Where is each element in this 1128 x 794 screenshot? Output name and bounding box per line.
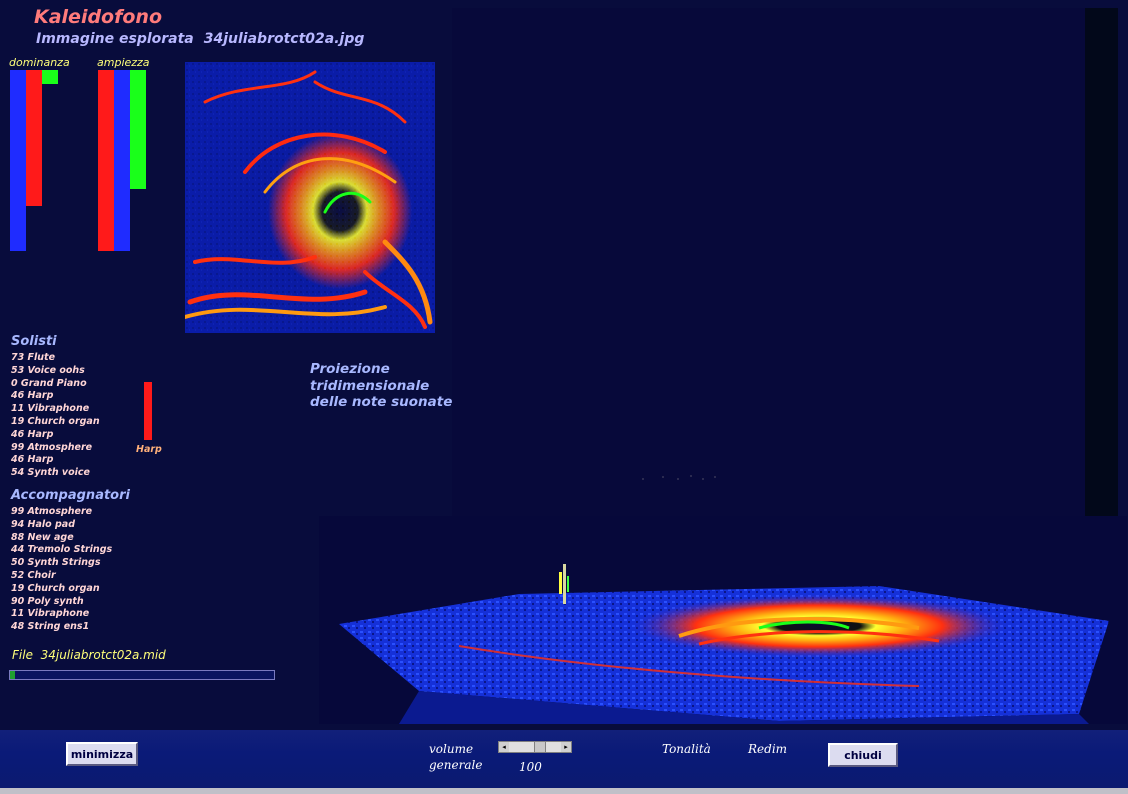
bottom-toolbar [0,730,1128,788]
solista-item: 46 Harp [11,390,54,402]
explored-image [185,62,435,333]
solista-item: 11 Vibraphone [11,403,90,415]
current-solo-label: Harp [136,444,162,455]
dominanza-bar [42,70,58,84]
solista-item: 73 Flute [11,352,56,363]
ampiezza-bar [114,70,130,251]
accompagnatore-item: 48 String ens1 [11,621,90,633]
dominanza-bar [10,70,26,251]
solista-item: 99 Atmosphere [11,441,93,453]
current-solo-bar [144,382,152,440]
generale-label: generale [429,758,483,772]
file-label: File [12,648,33,662]
volume-slider[interactable]: ◂ ▸ [498,741,572,753]
app-title: Kaleidofono [34,6,163,28]
dominanza-bar [26,70,42,206]
accompagnatori-heading: Accompagnatori [11,488,130,503]
solisti-list: 73 Flute 53 Voice oohs 0 Grand Piano 46 … [11,352,100,480]
accompagnatore-item: 90 Poly synth [11,595,84,607]
ampiezza-bars [98,70,148,251]
projection-line: delle note suonate [310,394,453,410]
solista-item: 19 Church organ [11,415,100,427]
accompagnatore-item: 88 New age [11,531,74,543]
volume-slider-thumb[interactable] [534,742,546,752]
solista-item: 46 Harp [11,454,54,466]
solista-item: 0 Grand Piano [11,377,87,389]
accompagnatore-item: 52 Choir [11,569,56,581]
projection-caption: Proiezione tridimensionale delle note su… [310,361,452,411]
accompagnatore-item: 44 Tremolo Strings [11,544,113,556]
viewport-side-strip [1085,8,1118,516]
dominanza-bars [10,70,60,251]
volume-value: 100 [519,760,542,774]
ampiezza-label: ampiezza [97,56,150,69]
explored-image-line: Immagine esplorata 34juliabrotct02a.jpg [36,31,364,47]
projection-viewport[interactable] [452,8,1085,516]
redim-button[interactable]: Redim [748,742,787,756]
solista-item: 53 Voice oohs [11,364,85,376]
ampiezza-bar [130,70,146,189]
minimize-button[interactable]: minimizza [66,742,138,766]
ampiezza-bar [98,70,114,251]
close-button[interactable]: chiudi [828,743,898,767]
tonalita-button[interactable]: Tonalità [662,742,711,756]
volume-label: volume [429,742,474,756]
accompagnatore-item: 50 Synth Strings [11,557,101,569]
explored-image-label: Immagine esplorata [36,31,194,47]
accompagnatore-item: 11 Vibraphone [11,608,90,620]
playback-progress [9,670,275,680]
projection-line: Proiezione [310,361,390,377]
explored-image-filename: 34juliabrotct02a.jpg [203,31,365,47]
solista-item: 54 Synth voice [11,467,90,479]
accompagnatore-item: 94 Halo pad [11,518,75,530]
slider-left-arrow-icon[interactable]: ◂ [499,742,509,752]
projection-line: tridimensionale [310,377,430,394]
terrain-scene [319,516,1127,724]
solista-item: 46 Harp [11,428,54,440]
midi-file-line: File 34juliabrotct02a.mid [12,648,166,662]
accompagnatore-item: 19 Church organ [11,582,100,594]
solisti-heading: Solisti [11,334,57,349]
midi-filename: 34juliabrotct02a.mid [40,648,166,662]
accompagnatore-item: 99 Atmosphere [11,506,93,517]
bottom-edge [0,788,1128,794]
slider-right-arrow-icon[interactable]: ▸ [561,742,571,752]
playback-progress-fill [10,671,16,679]
accompagnatori-list: 99 Atmosphere 94 Halo pad 88 New age 44 … [11,506,112,634]
dominanza-label: dominanza [9,56,70,69]
